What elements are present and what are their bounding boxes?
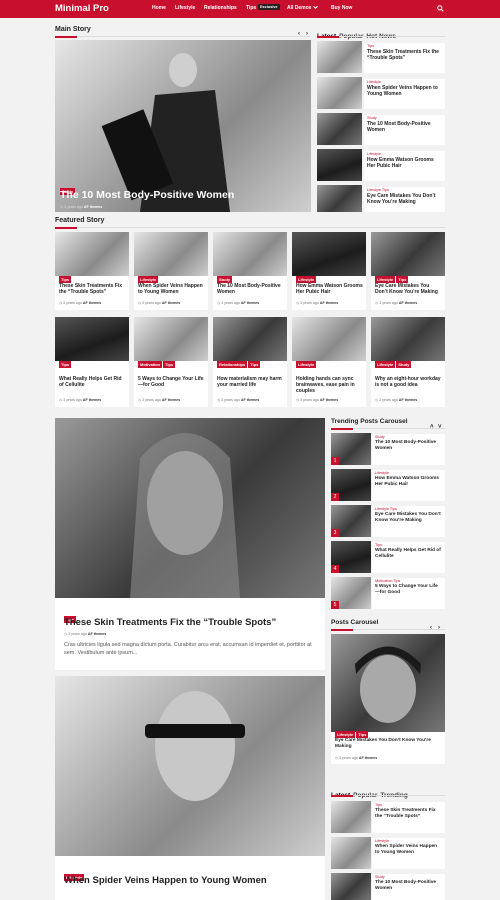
- trending-item[interactable]: 4 Tips What Really Helps Get Rid of Cellul…: [331, 541, 445, 573]
- post-thumbnail[interactable]: [317, 149, 362, 181]
- main-story-heading: Main Story: [55, 26, 91, 33]
- post-thumbnail[interactable]: [317, 113, 362, 145]
- site-logo[interactable]: Minimal Pro: [55, 3, 109, 14]
- chevron-down-icon[interactable]: [312, 4, 319, 11]
- featured-card[interactable]: Lifestyle Study Why an eight-hour workday …: [371, 317, 445, 407]
- rank-badge: 3: [331, 529, 339, 537]
- clock-icon: ◷: [375, 398, 379, 402]
- clock-icon: ◷: [296, 398, 300, 402]
- featured-card[interactable]: Lifestyle Tips Eye Care Mistakes You Don’t…: [371, 232, 445, 310]
- tabs-divider: [331, 794, 445, 797]
- nav-tips[interactable]: Tips: [246, 5, 256, 11]
- post-thumbnail[interactable]: [331, 801, 371, 833]
- post-thumbnail[interactable]: [317, 77, 362, 109]
- clock-icon: ◷: [59, 398, 63, 402]
- big-post-title[interactable]: When Spider Veins Happen to Young Women: [64, 875, 267, 886]
- post-thumbnail[interactable]: [331, 634, 445, 732]
- big-post-card[interactable]: Tips These Skin Treatments Fix the “Trou…: [55, 418, 325, 670]
- featured-card[interactable]: Motivation Tips 5 Ways to Change Your Life…: [134, 317, 208, 407]
- chevron-down-icon[interactable]: ˅: [438, 424, 442, 430]
- section-divider: [55, 226, 445, 229]
- list-item[interactable]: Study The 10 Most Body-Positive Women: [331, 873, 445, 900]
- big-post-image[interactable]: [55, 676, 325, 856]
- posts-carousel-heading: Posts Carousel: [331, 619, 379, 626]
- carousel-card[interactable]: Lifestyle Tips Eye Care Mistakes You Don’…: [331, 634, 445, 764]
- featured-card[interactable]: Relationships Tips How materialism may har…: [213, 317, 287, 407]
- featured-card[interactable]: Study The 10 Most Body-Positive Women ◷ 3 …: [213, 232, 287, 310]
- section-divider: [55, 35, 311, 38]
- top-navbar: Minimal Pro Home Lifestyle Relationships…: [0, 0, 500, 18]
- carousel-title[interactable]: Eye Care Mistakes You Don’t Know You’re …: [335, 738, 443, 750]
- big-post-excerpt: Cras ultricies ligula sed magna dictum p…: [64, 642, 312, 656]
- chevron-up-icon[interactable]: ˄: [430, 424, 434, 430]
- rank-badge: 4: [331, 565, 339, 573]
- clock-icon: ◷: [217, 301, 221, 305]
- exclusive-badge: Exclusive: [258, 4, 280, 10]
- nav-home[interactable]: Home: [152, 5, 166, 11]
- featured-story-heading: Featured Story: [55, 217, 105, 224]
- big-post-title[interactable]: These Skin Treatments Fix the “Trouble S…: [64, 617, 276, 628]
- nav-lifestyle[interactable]: Lifestyle: [175, 5, 195, 11]
- main-story-title[interactable]: The 10 Most Body-Positive Women: [60, 189, 234, 201]
- post-thumbnail[interactable]: [331, 837, 371, 869]
- nav-all-demos[interactable]: All Demos: [287, 5, 311, 11]
- featured-card[interactable]: Tips What Really Helps Get Rid of Celluli…: [55, 317, 129, 407]
- list-item[interactable]: Lifestyle When Spider Veins Happen to You…: [317, 77, 445, 109]
- nav-relationships[interactable]: Relationships: [204, 5, 237, 11]
- big-post-image[interactable]: [55, 418, 325, 598]
- clock-icon: ◷: [60, 205, 64, 209]
- list-item[interactable]: Lifestyle When Spider Veins Happen to You…: [331, 837, 445, 869]
- carousel-prev[interactable]: ‹: [430, 625, 432, 631]
- carousel-next[interactable]: ›: [438, 625, 440, 631]
- trending-heading: Trending Posts Carousel: [331, 418, 408, 425]
- post-thumbnail[interactable]: [317, 185, 362, 212]
- list-item[interactable]: Lifestyle Tips Eye Care Mistakes You Don’…: [317, 185, 445, 212]
- clock-icon: ◷: [59, 301, 63, 305]
- clock-icon: ◷: [375, 301, 379, 305]
- bottom-tabs: LatestPopularTrending: [331, 784, 411, 802]
- rank-badge: 2: [331, 493, 339, 501]
- clock-icon: ◷: [138, 301, 142, 305]
- main-story-image[interactable]: [55, 40, 311, 212]
- post-thumbnail[interactable]: [317, 41, 362, 73]
- clock-icon: ◷: [217, 398, 221, 402]
- list-item[interactable]: Tips These Skin Treatments Fix the “Troub…: [317, 41, 445, 73]
- featured-card[interactable]: Lifestyle When Spider Veins Happen to You…: [134, 232, 208, 310]
- list-item[interactable]: Study The 10 Most Body-Positive Women: [317, 113, 445, 145]
- trending-item[interactable]: 3 Lifestyle Tips Eye Care Mistakes You Don…: [331, 505, 445, 537]
- featured-card[interactable]: Lifestyle How Emma Watson Grooms Her Pubi…: [292, 232, 366, 310]
- clock-icon: ◷: [138, 398, 142, 402]
- list-item[interactable]: Lifestyle How Emma Watson Grooms Her Pubi…: [317, 149, 445, 181]
- trending-item[interactable]: 5 Motivation Tips 5 Ways to Change Your Li…: [331, 577, 445, 609]
- tabs-divider: [317, 35, 445, 38]
- rank-badge: 1: [331, 457, 339, 465]
- big-post-meta: ◷ 3 years ago AF themes: [64, 632, 107, 636]
- clock-icon: ◷: [64, 632, 68, 636]
- section-divider: [331, 628, 445, 631]
- section-divider: [331, 427, 445, 430]
- nav-buy-now[interactable]: Buy Now: [331, 5, 352, 11]
- main-story-meta: ◷ 3 years ago AF themes: [60, 205, 103, 209]
- big-post-card[interactable]: Lifestyle When Spider Veins Happen to Yo…: [55, 676, 325, 900]
- list-item[interactable]: Tips These Skin Treatments Fix the “Troub…: [331, 801, 445, 833]
- clock-icon: ◷: [335, 756, 339, 760]
- rank-badge: 5: [331, 601, 339, 609]
- trending-item[interactable]: 1 Study The 10 Most Body-Positive Women: [331, 433, 445, 465]
- post-thumbnail[interactable]: [331, 873, 371, 900]
- featured-card[interactable]: Lifestyle Holding hands can sync brainwav…: [292, 317, 366, 407]
- search-icon[interactable]: [437, 5, 444, 12]
- featured-card[interactable]: Tips These Skin Treatments Fix the “Troub…: [55, 232, 129, 310]
- clock-icon: ◷: [296, 301, 300, 305]
- trending-item[interactable]: 2 Lifestyle How Emma Watson Grooms Her Pub…: [331, 469, 445, 501]
